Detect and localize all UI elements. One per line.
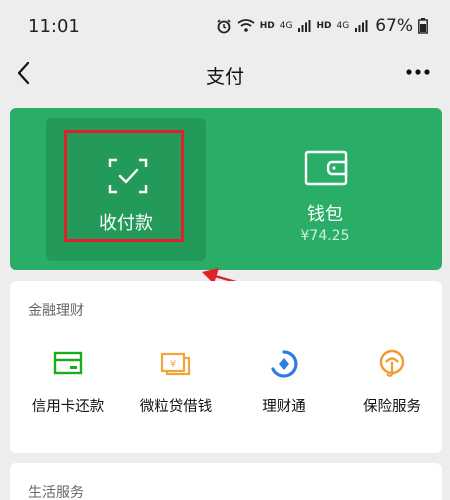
hd-badge-2: HD: [316, 21, 332, 31]
life-services-section: 生活服务: [10, 463, 442, 500]
signal-icon-2: [355, 20, 368, 32]
licaitong-button[interactable]: 理财通: [230, 349, 338, 429]
weilidai-loan-button[interactable]: ¥ 微粒贷借钱: [122, 349, 230, 429]
more-dots-icon[interactable]: [404, 60, 432, 84]
wallet-balance: ¥74.25: [300, 228, 350, 244]
licaitong-label: 理财通: [262, 399, 306, 415]
insurance-icon: [379, 349, 405, 377]
credit-card-repay-label: 信用卡还款: [31, 399, 105, 415]
credit-card-repay-button[interactable]: 信用卡还款: [14, 349, 122, 429]
network-badge-1: 4G: [279, 21, 293, 31]
hd-badge-1: HD: [259, 21, 275, 31]
wallet-icon[interactable]: [304, 150, 348, 186]
licaitong-icon: [271, 350, 298, 378]
insurance-button[interactable]: 保险服务: [338, 349, 446, 429]
wallet-label[interactable]: 钱包: [250, 200, 400, 226]
alarm-icon: [217, 19, 231, 34]
loan-icon: ¥: [160, 352, 191, 376]
signal-icon-1: [298, 20, 311, 32]
weilidai-loan-label: 微粒贷借钱: [139, 399, 213, 415]
annotation-highlight-box: [64, 130, 184, 242]
status-icons: HD 4G HD 4G 67%: [216, 14, 428, 38]
battery-percent: 67%: [375, 16, 413, 36]
page-title: 支付: [205, 66, 244, 88]
network-badge-2: 4G: [336, 21, 350, 31]
finance-section-title: 金融理财: [28, 303, 84, 319]
status-bar: 11:01 HD 4G HD 4G 67%: [0, 0, 450, 50]
status-time: 11:01: [28, 16, 80, 37]
insurance-label: 保险服务: [363, 399, 421, 415]
battery-icon: [418, 18, 428, 34]
life-services-title: 生活服务: [28, 485, 84, 500]
credit-card-icon: [53, 351, 83, 375]
payment-card: 收付款 钱包 ¥74.25: [10, 108, 442, 270]
nav-bar: 支付: [0, 50, 450, 96]
finance-section: 金融理财 信用卡还款 ¥ 微粒贷借钱 理财通 保险服务: [10, 281, 442, 453]
svg-text:¥: ¥: [170, 359, 176, 370]
wifi-icon: [237, 19, 255, 32]
